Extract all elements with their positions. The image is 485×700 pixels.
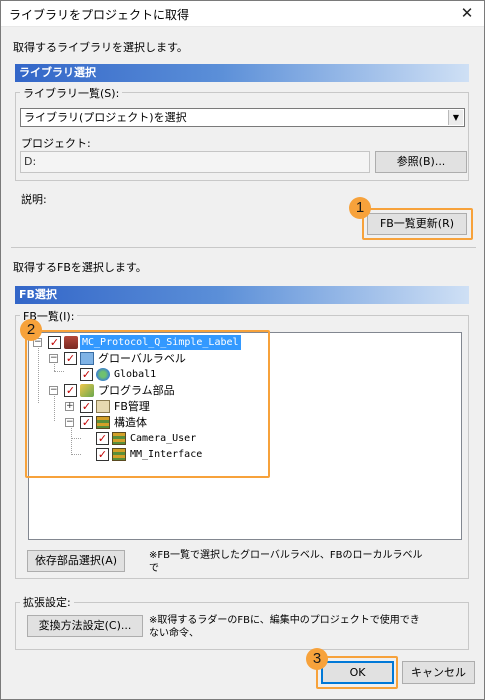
- fb-intro-text: 取得するFBを選択します。: [13, 261, 147, 274]
- library-list-select[interactable]: ライブラリ(プロジェクト)を選択 ▼: [20, 108, 465, 127]
- fb-section-header: FB選択: [15, 286, 469, 304]
- cancel-button[interactable]: キャンセル: [402, 661, 475, 684]
- extension-label: 拡張設定:: [20, 594, 74, 610]
- project-path-field: D:: [20, 151, 370, 173]
- highlight-box-2: [25, 330, 270, 478]
- extension-note-line2: ない命令、: [149, 628, 199, 639]
- fb-note-line2: で: [149, 563, 159, 574]
- title-bar: ライブラリをプロジェクトに取得 ✕: [1, 1, 484, 27]
- close-icon[interactable]: ✕: [450, 1, 484, 27]
- library-list-label: ライブラリ一覧(S):: [20, 85, 123, 101]
- dependency-select-button[interactable]: 依存部品選択(A): [27, 550, 125, 572]
- fb-note-line1: ※FB一覧で選択したグローバルラベル、FBのローカルラベル: [149, 550, 423, 561]
- intro-text: 取得するライブラリを選択します。: [13, 41, 188, 54]
- extension-note-line1: ※取得するラダーのFBに、編集中のプロジェクトで使用でき: [149, 615, 420, 626]
- conversion-settings-button[interactable]: 変換方法設定(C)...: [27, 615, 143, 637]
- chevron-down-icon[interactable]: ▼: [448, 110, 463, 125]
- project-path-value: D:: [24, 155, 37, 168]
- get-library-dialog: ライブラリをプロジェクトに取得 ✕ 取得するライブラリを選択します。 ライブラリ…: [0, 0, 485, 700]
- step-badge-2: 2: [20, 319, 42, 341]
- step-badge-3: 3: [306, 648, 328, 670]
- library-list-selected-value: ライブラリ(プロジェクト)を選択: [24, 111, 187, 124]
- highlight-box-1: [362, 208, 473, 240]
- window-title: ライブラリをプロジェクトに取得: [9, 8, 190, 22]
- browse-button[interactable]: 参照(B)...: [375, 151, 467, 173]
- description-label: 説明:: [21, 193, 47, 206]
- highlight-box-3: [316, 656, 398, 689]
- library-section-header: ライブラリ選択: [15, 64, 469, 82]
- project-label: プロジェクト:: [21, 137, 91, 150]
- step-badge-1: 1: [349, 197, 371, 219]
- divider: [11, 247, 476, 248]
